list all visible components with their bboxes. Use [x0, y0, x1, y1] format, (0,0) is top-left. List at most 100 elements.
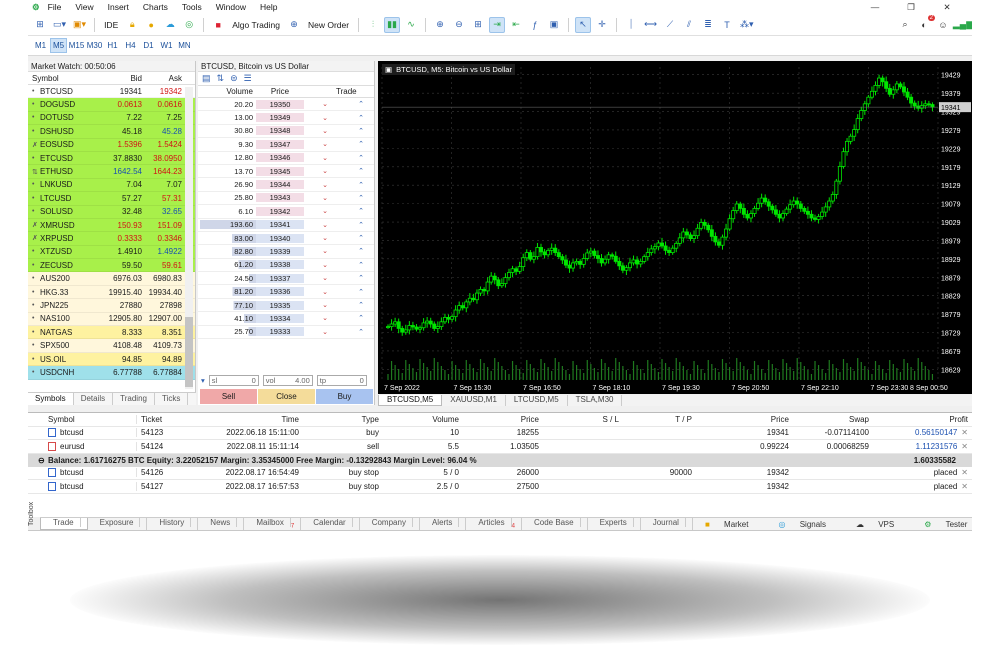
position-row[interactable]: btcusd 54123 2022.06.18 15:11:00 buy 10 18255… — [28, 427, 972, 440]
toolbox-tab-articles[interactable]: Articles 4 — [466, 518, 522, 530]
buy-limit-icon[interactable]: ⌃ — [354, 234, 368, 242]
market-watch-row[interactable]: • HKG.33 19915.40 19934.40 — [28, 285, 195, 300]
order-row[interactable]: btcusd 54126 2022.08.17 16:54:49 buy stop 5 … — [28, 467, 972, 480]
sell-limit-icon[interactable]: ⌄ — [318, 274, 332, 282]
candlestick-chart[interactable]: 1942919379193291927919229191791912919079… — [378, 61, 972, 394]
buy-limit-icon[interactable]: ⌃ — [354, 328, 368, 336]
notifications-icon[interactable]: ◐ 2 — [916, 14, 935, 33]
sell-limit-icon[interactable]: ⌄ — [318, 194, 332, 202]
new-chart-icon[interactable]: ⊞ — [32, 17, 48, 33]
buy-button[interactable]: Buy — [316, 389, 373, 404]
menu-view[interactable]: View — [75, 2, 93, 12]
tf-m30[interactable]: M30 — [86, 38, 103, 53]
tf-m1[interactable]: M1 — [32, 38, 49, 53]
tf-m15[interactable]: M15 — [68, 38, 85, 53]
buy-limit-icon[interactable]: ⌃ — [354, 181, 368, 189]
depth-row-buy[interactable]: 81.20 19336 ⌄ ⌃ — [198, 285, 374, 299]
depth-row-sell[interactable]: 12.80 19346 ⌄ ⌃ — [198, 152, 374, 165]
signals-tab[interactable]: ◎ Signals — [766, 520, 837, 529]
tp-input[interactable]: tp 0 — [316, 374, 367, 386]
toolbox-tab-trade[interactable]: Trade — [40, 518, 88, 530]
market-watch-row[interactable]: • DOGUSD 0.0613 0.0616 — [28, 98, 195, 112]
col-ask[interactable]: Ask — [142, 74, 184, 83]
buy-limit-icon[interactable]: ⌃ — [354, 301, 368, 309]
close-position-icon[interactable]: ✕ — [961, 482, 968, 491]
scrollbar-thumb[interactable] — [185, 317, 193, 387]
market-watch-row[interactable]: • NATGAS 8.333 8.351 — [28, 326, 195, 340]
depth-row-buy[interactable]: 24.50 19337 ⌄ ⌃ — [198, 272, 374, 286]
depth-row-buy[interactable]: 193.60 19341 ⌄ ⌃ — [198, 219, 374, 232]
depth-row-sell[interactable]: 9.30 19347 ⌄ ⌃ — [198, 138, 374, 152]
sell-button[interactable]: Sell — [200, 389, 257, 404]
order-row[interactable]: btcusd 54127 2022.08.17 16:57:53 buy stop 2.… — [28, 480, 972, 494]
sell-limit-icon[interactable]: ⌄ — [318, 328, 332, 336]
buy-limit-icon[interactable]: ⌃ — [354, 247, 368, 255]
sell-limit-icon[interactable]: ⌄ — [318, 181, 332, 189]
trade-tp[interactable]: 90000 — [622, 468, 704, 477]
market-watch-row[interactable]: • XTZUSD 1.4910 1.4922 — [28, 245, 195, 260]
chart-shift-icon[interactable]: ⇤ — [508, 17, 524, 33]
toolbox-tab-calendar[interactable]: Calendar — [301, 518, 360, 530]
market-watch-row[interactable]: • DOTUSD 7.22 7.25 — [28, 111, 195, 126]
market-watch-row[interactable]: • US.OIL 94.85 94.89 — [28, 352, 195, 367]
depth-row-buy[interactable]: 77.10 19335 ⌄ ⌃ — [198, 299, 374, 313]
buy-limit-icon[interactable]: ⌃ — [354, 314, 368, 322]
toolbox-tab-mailbox[interactable]: Mailbox 7 — [244, 518, 302, 530]
chart-tab-ltcusd[interactable]: LTCUSD,M5 — [506, 395, 568, 406]
new-order-icon[interactable]: ⊕ — [286, 17, 302, 33]
col-tp[interactable]: T / P — [622, 415, 704, 424]
price-chart[interactable]: 19429 19379 19329 19279 19229 19179 19129 19079… — [378, 61, 972, 394]
market-watch-row[interactable]: • SOLUSD 32.48 32.65 — [28, 205, 195, 219]
crosshair-icon[interactable]: ✛ — [594, 17, 610, 33]
market-watch-row[interactable]: • AUS200 6976.03 6980.83 — [28, 272, 195, 286]
menu-tools[interactable]: Tools — [182, 2, 202, 12]
channel-icon[interactable]: ⫽ — [681, 17, 697, 33]
buy-limit-icon[interactable]: ⌃ — [354, 288, 368, 296]
new-order-button[interactable]: New Order — [305, 17, 352, 33]
buy-limit-icon[interactable]: ⌃ — [354, 114, 368, 122]
toolbox-tab-history[interactable]: History — [147, 518, 199, 530]
candlestick-icon[interactable]: ▮▮ — [384, 16, 401, 33]
market-watch-row[interactable]: • NAS100 12905.80 12907.00 — [28, 312, 195, 327]
close-button[interactable]: Close — [258, 389, 315, 404]
toolbox-tab-alerts[interactable]: Alerts — [420, 518, 467, 530]
templates-icon[interactable]: ▣ — [546, 17, 562, 33]
depth-row-sell[interactable]: 13.70 19345 ⌄ ⌃ — [198, 165, 374, 179]
buy-limit-icon[interactable]: ⌃ — [354, 167, 368, 175]
vps-icon[interactable]: ☁ — [162, 17, 178, 33]
col-open-price[interactable]: Price — [462, 415, 542, 424]
sell-limit-icon[interactable]: ⌄ — [318, 140, 332, 148]
tab-details[interactable]: Details — [74, 393, 114, 405]
tf-w1[interactable]: W1 — [158, 38, 175, 53]
menu-window[interactable]: Window — [216, 2, 246, 12]
account-icon[interactable]: ☺ — [935, 17, 951, 33]
depth-chart-icon[interactable]: ▤ — [202, 73, 211, 84]
vps-tab[interactable]: ☁ VPS — [844, 520, 906, 529]
col-symbol[interactable]: Symbol — [28, 74, 98, 83]
sell-limit-icon[interactable]: ⌄ — [318, 100, 332, 108]
market-watch-icon[interactable]: ▣▾ — [71, 17, 88, 33]
menu-help[interactable]: Help — [260, 2, 277, 12]
depth-row-sell[interactable]: 13.00 19349 ⌄ ⌃ — [198, 111, 374, 125]
trendline-icon[interactable]: ⟋ — [662, 17, 678, 33]
menu-insert[interactable]: Insert — [108, 2, 129, 12]
sell-limit-icon[interactable]: ⌄ — [318, 288, 332, 296]
depth-row-sell[interactable]: 6.10 19342 ⌄ ⌃ — [198, 205, 374, 219]
tab-symbols[interactable]: Symbols — [28, 393, 74, 405]
close-position-icon[interactable]: ✕ — [961, 428, 968, 437]
chart-tab-tsla[interactable]: TSLA,M30 — [568, 395, 623, 406]
col-ticket[interactable]: Ticket — [136, 414, 204, 424]
toolbox-tab-code-base[interactable]: Code Base — [522, 518, 588, 530]
sl-spin-icon[interactable]: ▾ — [201, 376, 205, 385]
toolbox-tab-experts[interactable]: Experts — [588, 518, 641, 530]
sell-limit-icon[interactable]: ⌄ — [318, 301, 332, 309]
depth-row-sell[interactable]: 30.80 19348 ⌄ ⌃ — [198, 125, 374, 139]
depth-settings-icon[interactable]: ⇅ — [217, 73, 225, 84]
minimize-icon[interactable]: — — [864, 2, 886, 12]
market-watch-row[interactable]: • LTCUSD 57.27 57.31 — [28, 192, 195, 206]
sell-limit-icon[interactable]: ⌄ — [318, 207, 332, 215]
lock-icon[interactable]: 🔒︎ — [124, 17, 140, 33]
toolbox-tab-journal[interactable]: Journal — [641, 518, 693, 530]
market-watch-row[interactable]: • ZECUSD 59.50 59.61 — [28, 259, 195, 273]
autoscroll-icon[interactable]: ⇥ — [489, 16, 506, 33]
